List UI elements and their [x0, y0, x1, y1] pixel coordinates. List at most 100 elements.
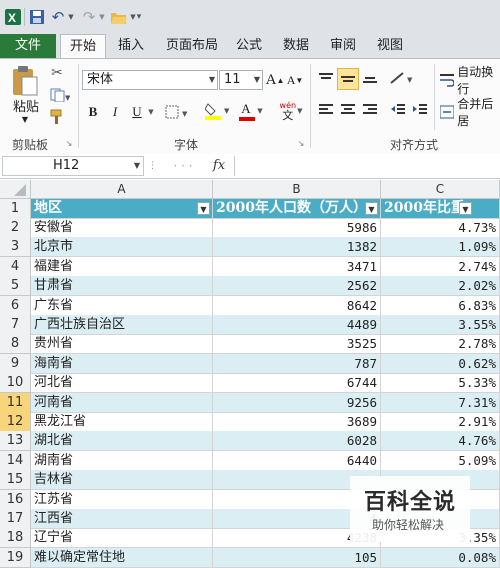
border-button[interactable]: ▼: [164, 102, 194, 122]
increase-indent-icon[interactable]: [410, 100, 430, 120]
population-cell[interactable]: 8642: [213, 296, 381, 316]
population-cell[interactable]: 5986: [213, 218, 381, 238]
customize-toolbar-icon[interactable]: ▾: [134, 8, 144, 26]
row-header[interactable]: 6: [0, 296, 31, 316]
region-cell[interactable]: 广西壮族自治区: [31, 315, 213, 335]
row-header[interactable]: 5: [0, 276, 31, 296]
share-cell[interactable]: 5.09%: [381, 451, 500, 471]
population-cell[interactable]: 2562: [213, 276, 381, 296]
align-middle-icon[interactable]: [337, 68, 359, 90]
font-color-button[interactable]: A ▼: [236, 100, 266, 122]
population-cell[interactable]: 6028: [213, 431, 381, 451]
row-header[interactable]: 11: [0, 393, 31, 413]
population-cell[interactable]: 105: [213, 548, 381, 568]
row-header[interactable]: 18: [0, 528, 31, 548]
tab-file[interactable]: 文件: [0, 34, 56, 58]
tab-review[interactable]: 审阅: [322, 34, 364, 58]
bold-button[interactable]: B: [84, 102, 102, 122]
filter-dropdown-icon[interactable]: ▼: [197, 202, 210, 215]
decrease-indent-icon[interactable]: [388, 100, 408, 120]
font-name-select[interactable]: 宋体 ▼: [82, 70, 218, 90]
share-cell[interactable]: 0.08%: [381, 548, 500, 568]
population-cell[interactable]: 787: [213, 354, 381, 374]
formula-input[interactable]: [234, 156, 500, 176]
align-center-icon[interactable]: [338, 100, 358, 120]
row-header[interactable]: 8: [0, 334, 31, 354]
fill-color-button[interactable]: ▼: [204, 100, 234, 122]
population-cell[interactable]: 4489: [213, 315, 381, 335]
align-right-icon[interactable]: [360, 100, 380, 120]
select-all-corner[interactable]: [0, 180, 31, 199]
format-painter-icon[interactable]: [48, 108, 66, 126]
align-top-icon[interactable]: [316, 68, 336, 88]
row-header[interactable]: 13: [0, 431, 31, 451]
share-cell[interactable]: 2.78%: [381, 334, 500, 354]
region-cell[interactable]: 江西省: [31, 509, 213, 529]
font-launcher-icon[interactable]: ↘: [296, 138, 306, 148]
population-cell[interactable]: 3471: [213, 257, 381, 277]
row-header[interactable]: 4: [0, 257, 31, 277]
filter-dropdown-icon[interactable]: ▼: [459, 202, 472, 215]
region-cell[interactable]: 黑龙江省: [31, 412, 213, 432]
wrap-text-button[interactable]: 自动换行: [440, 65, 500, 96]
column-header-c[interactable]: C: [381, 180, 500, 199]
font-size-select[interactable]: 11 ▼: [219, 70, 263, 90]
region-cell[interactable]: 甘肃省: [31, 276, 213, 296]
paste-dropdown-icon[interactable]: ▼: [18, 114, 32, 124]
share-cell[interactable]: 4.76%: [381, 431, 500, 451]
align-left-icon[interactable]: [316, 100, 336, 120]
population-cell[interactable]: 1382: [213, 237, 381, 257]
region-cell[interactable]: 北京市: [31, 237, 213, 257]
share-cell[interactable]: 3.55%: [381, 315, 500, 335]
cut-icon[interactable]: ✂: [48, 64, 66, 82]
region-cell[interactable]: 江苏省: [31, 490, 213, 510]
share-cell[interactable]: 2.74%: [381, 257, 500, 277]
column-header-a[interactable]: A: [31, 180, 213, 199]
region-cell[interactable]: 辽宁省: [31, 528, 213, 548]
copy-icon[interactable]: ▼: [48, 86, 72, 104]
region-cell[interactable]: 安徽省: [31, 218, 213, 238]
region-cell[interactable]: 河南省: [31, 393, 213, 413]
row-header[interactable]: 3: [0, 237, 31, 257]
row-header[interactable]: 1: [0, 199, 31, 219]
tab-formulas[interactable]: 公式: [228, 34, 270, 58]
share-cell[interactable]: 6.83%: [381, 296, 500, 316]
insert-function-button[interactable]: fx: [206, 156, 232, 176]
shrink-font-button[interactable]: A ▼: [286, 70, 304, 90]
row-header[interactable]: 19: [0, 548, 31, 568]
region-cell[interactable]: 贵州省: [31, 334, 213, 354]
undo-dropdown-icon[interactable]: ▼: [66, 8, 76, 26]
underline-button[interactable]: U: [128, 102, 146, 122]
row-header[interactable]: 9: [0, 354, 31, 374]
region-cell[interactable]: 河北省: [31, 373, 213, 393]
formula-bar-resize-icon[interactable]: ⋮: [148, 158, 162, 174]
tab-page-layout[interactable]: 页面布局: [160, 34, 224, 58]
population-cell[interactable]: 3689: [213, 412, 381, 432]
italic-button[interactable]: I: [106, 102, 124, 122]
table-header-cell[interactable]: 地区 ▼: [31, 199, 213, 219]
orientation-icon[interactable]: ▼: [388, 68, 418, 88]
name-box[interactable]: H12 ▼: [2, 156, 144, 176]
row-header[interactable]: 7: [0, 315, 31, 335]
region-cell[interactable]: 吉林省: [31, 470, 213, 490]
region-cell[interactable]: 湖南省: [31, 451, 213, 471]
share-cell[interactable]: 0.62%: [381, 354, 500, 374]
population-cell[interactable]: 6744: [213, 373, 381, 393]
region-cell[interactable]: 广东省: [31, 296, 213, 316]
undo-icon[interactable]: ↶: [49, 8, 67, 26]
region-cell[interactable]: 湖北省: [31, 431, 213, 451]
population-cell[interactable]: 6440: [213, 451, 381, 471]
share-cell[interactable]: 7.31%: [381, 393, 500, 413]
population-cell[interactable]: 9256: [213, 393, 381, 413]
row-header[interactable]: 15: [0, 470, 31, 490]
row-header[interactable]: 16: [0, 490, 31, 510]
save-icon[interactable]: [28, 8, 46, 26]
align-bottom-icon[interactable]: [360, 68, 380, 88]
row-header[interactable]: 2: [0, 218, 31, 238]
tab-home[interactable]: 开始: [60, 34, 106, 60]
redo-icon[interactable]: ↷: [80, 8, 98, 26]
tab-data[interactable]: 数据: [275, 34, 317, 58]
share-cell[interactable]: 4.73%: [381, 218, 500, 238]
table-header-cell[interactable]: 2000年比重 ▼: [381, 199, 500, 219]
column-header-b[interactable]: B: [213, 180, 381, 199]
